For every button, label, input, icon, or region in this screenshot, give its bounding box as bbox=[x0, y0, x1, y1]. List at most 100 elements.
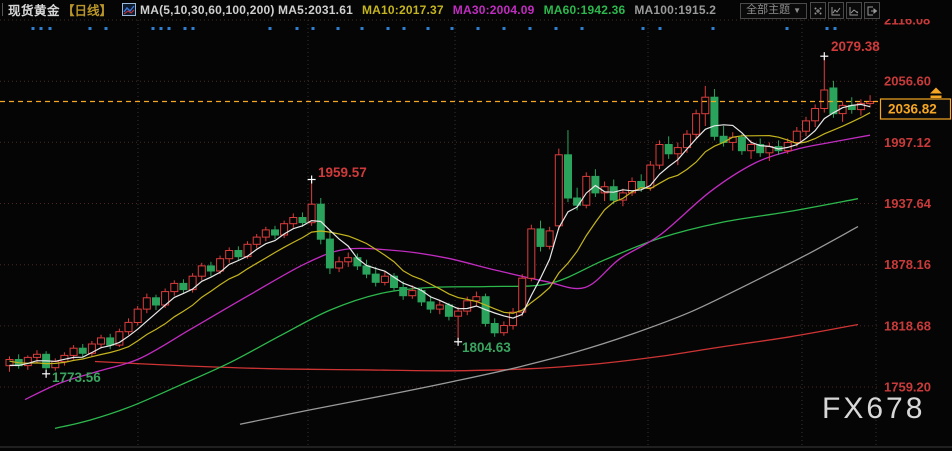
candle-body bbox=[51, 361, 60, 369]
news-dot-icon[interactable] bbox=[833, 27, 837, 30]
ma30-line bbox=[24, 134, 871, 401]
candle-body bbox=[344, 257, 353, 263]
chevron-down-icon: ▼ bbox=[793, 6, 801, 15]
news-dot-icon[interactable] bbox=[311, 27, 315, 30]
gridlines bbox=[0, 19, 952, 448]
chart-pane-button[interactable] bbox=[828, 2, 844, 19]
candle-body bbox=[142, 297, 151, 310]
news-dot-icon[interactable] bbox=[785, 27, 789, 30]
candle-body bbox=[564, 154, 572, 199]
price-annotation: 1804.63 bbox=[462, 340, 511, 355]
news-dot-icon[interactable] bbox=[104, 27, 108, 30]
legend-item: MA100:1915.2 bbox=[634, 2, 717, 17]
candle-body bbox=[5, 359, 14, 367]
candle-body bbox=[710, 96, 719, 137]
price-annotations: 1773.56 1804.63 1959.57 2079.38 bbox=[52, 39, 880, 385]
candle-body bbox=[435, 304, 444, 310]
news-dot-icon[interactable] bbox=[426, 27, 430, 30]
news-dot-icon[interactable] bbox=[167, 27, 171, 30]
y-axis-label: 1878.16 bbox=[884, 257, 931, 272]
news-dot-icon[interactable] bbox=[88, 27, 92, 30]
price-annotation: 1773.56 bbox=[52, 370, 101, 385]
news-dot-icon[interactable] bbox=[336, 27, 340, 30]
candle-body bbox=[664, 144, 673, 155]
candle-body bbox=[536, 228, 545, 247]
news-dot-icon[interactable] bbox=[295, 27, 299, 30]
candle-body bbox=[545, 230, 554, 247]
legend-item: MA(5,10,30,60,100,200) MA5:2031.61 bbox=[140, 2, 353, 17]
candle-body bbox=[179, 282, 188, 291]
news-dot-icon[interactable] bbox=[825, 27, 829, 30]
news-dot-icon[interactable] bbox=[183, 27, 187, 30]
candle-body bbox=[298, 217, 307, 224]
all-themes-button[interactable]: 全部主题 ▼ bbox=[740, 2, 807, 19]
ma30-overlay bbox=[24, 134, 871, 401]
candle-body bbox=[280, 223, 289, 236]
y-axis-label: 1937.64 bbox=[884, 196, 932, 211]
candle-body bbox=[33, 353, 41, 358]
candle-body bbox=[69, 347, 78, 356]
candle-body bbox=[802, 120, 810, 132]
price-annotation: 2079.38 bbox=[831, 39, 880, 54]
candle-body bbox=[509, 311, 517, 327]
candle-body bbox=[216, 258, 225, 272]
candle-body bbox=[399, 287, 408, 297]
layout-grid-button[interactable] bbox=[810, 2, 826, 19]
y-axis: 2116.082056.601997.121937.641878.161818.… bbox=[884, 13, 932, 395]
news-dot-icon[interactable] bbox=[39, 27, 43, 30]
layout-grid-icon bbox=[814, 7, 822, 14]
chart-toolbar: 全部主题 ▼ bbox=[740, 2, 880, 19]
news-dot-icon[interactable] bbox=[528, 27, 532, 30]
news-dot-icon[interactable] bbox=[151, 27, 155, 30]
news-dot-icon[interactable] bbox=[31, 27, 35, 30]
candle-body bbox=[170, 282, 179, 293]
news-dot-icon[interactable] bbox=[268, 27, 272, 30]
candles bbox=[5, 57, 875, 373]
y-axis-label: 1818.68 bbox=[884, 318, 931, 333]
news-dot-icon[interactable] bbox=[360, 27, 364, 30]
candle-body bbox=[362, 265, 371, 275]
candle-body bbox=[252, 236, 261, 245]
candle-body bbox=[133, 308, 142, 324]
news-dot-icon[interactable] bbox=[658, 27, 662, 30]
candle-body bbox=[234, 250, 243, 258]
candle-body bbox=[499, 325, 508, 334]
candle-body bbox=[454, 310, 463, 317]
candle-body bbox=[106, 337, 115, 346]
news-dot-icon[interactable] bbox=[554, 27, 558, 30]
news-dot-icon[interactable] bbox=[386, 27, 390, 30]
news-dot-icon[interactable] bbox=[711, 27, 715, 30]
news-dot-icon[interactable] bbox=[450, 27, 454, 30]
candle-body bbox=[820, 89, 829, 109]
news-dot-icon[interactable] bbox=[48, 27, 52, 30]
exit-window-button[interactable] bbox=[864, 2, 880, 19]
candle-body bbox=[673, 147, 682, 155]
news-dot-icon[interactable] bbox=[159, 27, 163, 30]
all-themes-label: 全部主题 bbox=[746, 4, 791, 16]
news-dot-icon[interactable] bbox=[191, 27, 195, 30]
chart-arrow-button[interactable] bbox=[846, 2, 862, 19]
y-axis-label: 2056.60 bbox=[884, 74, 931, 89]
candle-body bbox=[637, 181, 646, 189]
news-dot-icon[interactable] bbox=[502, 27, 506, 30]
news-dot-icon[interactable] bbox=[580, 27, 584, 30]
candle-body bbox=[609, 186, 618, 201]
news-dot-icon[interactable] bbox=[402, 27, 406, 30]
candle-body bbox=[792, 130, 801, 143]
candle-body bbox=[692, 113, 701, 135]
candle-body bbox=[646, 164, 655, 189]
y-axis-label: 1997.12 bbox=[884, 135, 931, 150]
candle-body bbox=[554, 154, 563, 227]
candle-body bbox=[737, 136, 746, 152]
news-dot-icon[interactable] bbox=[641, 27, 645, 30]
legend-item: MA10:2017.37 bbox=[361, 2, 444, 17]
timeframe-label[interactable]: 【日线】 bbox=[62, 0, 112, 19]
candle-body bbox=[701, 96, 710, 115]
news-dot-icon[interactable] bbox=[476, 27, 480, 30]
candlestick-chart-icon bbox=[122, 3, 137, 16]
candle-body bbox=[426, 301, 435, 310]
candle-body bbox=[261, 229, 270, 238]
price-chart: 1773.561804.631959.572079.382116.082056.… bbox=[0, 13, 952, 448]
candle-body bbox=[271, 229, 279, 236]
news-event-dots bbox=[31, 27, 837, 30]
